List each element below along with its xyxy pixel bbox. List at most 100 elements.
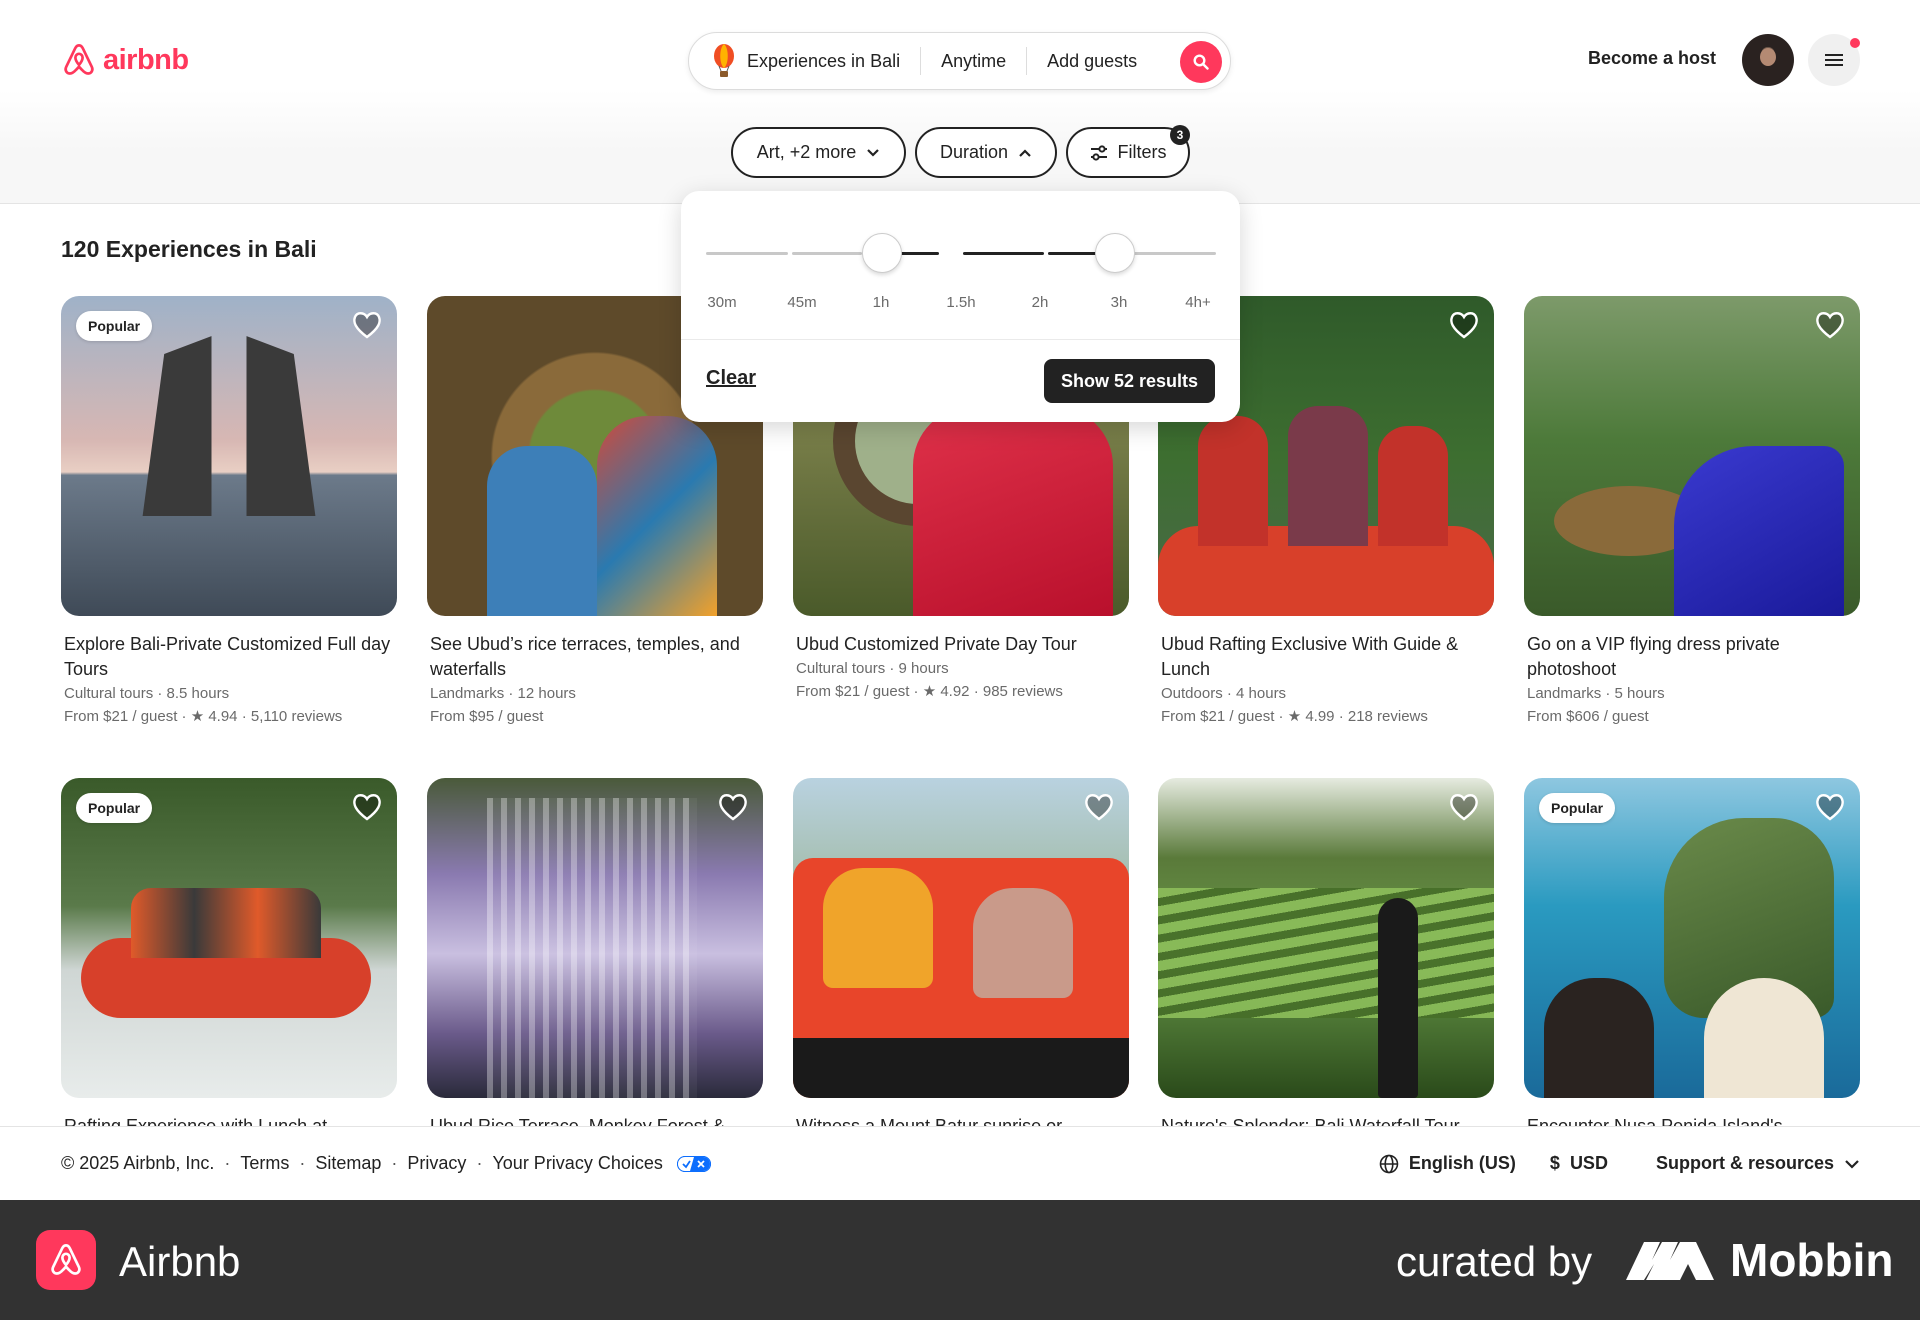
terms-link[interactable]: Terms	[240, 1153, 289, 1174]
duration-filter-chip[interactable]: Duration	[915, 127, 1057, 178]
chevron-up-icon	[1019, 148, 1031, 157]
airbnb-logo-icon	[64, 44, 94, 75]
duration-tick-label: 1.5h	[946, 294, 976, 311]
duration-tick-label: 1h	[872, 294, 890, 311]
experience-title: Ubud Rafting Exclusive With Guide & Lunc…	[1161, 634, 1459, 679]
heart-icon[interactable]	[717, 792, 749, 822]
duration-max-handle[interactable]	[1095, 233, 1135, 273]
page-footer: © 2025 Airbnb, Inc. · Terms · Sitemap · …	[0, 1126, 1920, 1200]
search-location[interactable]: Experiences in Bali	[689, 44, 920, 78]
footer-separator: ·	[391, 1153, 398, 1173]
user-avatar[interactable]	[1742, 34, 1794, 86]
experience-title: See Ubud’s rice terraces, temples, and w…	[430, 634, 740, 679]
heart-icon[interactable]	[1448, 310, 1480, 340]
top-header: airbnb Experiences in Bali Anytime Add g…	[0, 0, 1920, 204]
footer-separator: ·	[476, 1153, 483, 1173]
results-heading: 120 Experiences in Bali	[61, 236, 317, 262]
hamburger-menu-icon	[1825, 54, 1843, 66]
slider-track-segment	[792, 252, 862, 255]
chevron-down-icon[interactable]	[1844, 1159, 1860, 1169]
sitemap-link[interactable]: Sitemap	[315, 1153, 381, 1174]
language-selector[interactable]: English (US)	[1409, 1153, 1516, 1174]
experience-price: From $95 / guest	[430, 708, 544, 725]
logo-text: airbnb	[103, 43, 189, 76]
airbnb-app-icon	[36, 1230, 96, 1290]
heart-icon[interactable]	[1083, 792, 1115, 822]
experience-card[interactable]: Popular Explore Bali-Private Customized …	[61, 296, 397, 728]
footer-separator: ·	[299, 1153, 306, 1173]
slider-track-segment	[963, 252, 1044, 255]
search-button[interactable]	[1180, 41, 1222, 83]
airbnb-logo[interactable]: airbnb	[61, 40, 189, 80]
experience-price: From $21 / guest · ★ 4.99 · 218 reviews	[1161, 708, 1428, 725]
filters-count-badge: 3	[1170, 125, 1190, 145]
experience-price: From $21 / guest · ★ 4.94 · 5,110 review…	[64, 708, 343, 725]
experience-title: Ubud Customized Private Day Tour	[796, 634, 1077, 654]
experience-card[interactable]: Popular Rafting Experience with Lunch at	[61, 778, 397, 1139]
experience-card[interactable]: Ubud Rice Terrace, Monkey Forest &	[427, 778, 763, 1139]
experience-card[interactable]: Nature's Splendor: Bali Waterfall Tour	[1158, 778, 1494, 1139]
experience-category: Cultural tours · 9 hours	[796, 660, 949, 677]
show-results-button[interactable]: Show 52 results	[1044, 359, 1215, 403]
search-bar[interactable]: Experiences in Bali Anytime Add guests	[688, 32, 1231, 90]
search-guests[interactable]: Add guests	[1027, 51, 1157, 72]
filters-button[interactable]: Filters 3	[1066, 125, 1190, 178]
privacy-choices-link[interactable]: Your Privacy Choices	[492, 1153, 662, 1174]
experience-photo[interactable]: Popular	[1524, 778, 1860, 1098]
heart-icon[interactable]	[351, 310, 383, 340]
app-name: Airbnb	[119, 1238, 241, 1285]
privacy-link[interactable]: Privacy	[407, 1153, 466, 1174]
currency-selector[interactable]: USD	[1570, 1153, 1608, 1174]
category-filter-chip[interactable]: Art, +2 more	[731, 127, 906, 178]
experience-card[interactable]: Witness a Mount Batur sunrise or	[793, 778, 1129, 1139]
copyright-text: © 2025 Airbnb, Inc.	[61, 1153, 215, 1173]
duration-filter-label: Duration	[939, 142, 1009, 162]
search-icon	[1193, 54, 1209, 70]
mobbin-logo-icon	[1626, 1242, 1714, 1280]
experience-photo[interactable]: Popular	[61, 296, 397, 616]
experience-price: From $606 / guest	[1527, 708, 1649, 725]
currency-symbol: $	[1549, 1153, 1560, 1173]
experience-category: Landmarks · 5 hours	[1527, 685, 1665, 702]
experience-category: Landmarks · 12 hours	[430, 685, 576, 702]
experience-price: From $21 / guest · ★ 4.92 · 985 reviews	[796, 683, 1063, 700]
experience-card[interactable]: Go on a VIP flying dress private photosh…	[1524, 296, 1860, 728]
heart-icon[interactable]	[1814, 792, 1846, 822]
curation-bar: Airbnb curated by Mobbin	[0, 1200, 1920, 1320]
experience-category: Cultural tours · 8.5 hours	[64, 685, 230, 702]
privacy-choices-icon[interactable]	[676, 1155, 711, 1172]
footer-separator: ·	[224, 1153, 231, 1173]
popover-divider	[681, 339, 1240, 340]
popular-badge: Popular	[76, 793, 153, 823]
filters-label: Filters	[1117, 142, 1167, 162]
experience-photo[interactable]: Popular	[61, 778, 397, 1098]
heart-icon[interactable]	[351, 792, 383, 822]
support-resources-toggle[interactable]: Support & resources	[1656, 1153, 1834, 1174]
globe-icon[interactable]	[1379, 1154, 1399, 1174]
experience-photo[interactable]	[793, 778, 1129, 1098]
search-dates[interactable]: Anytime	[921, 51, 1026, 72]
duration-tick-label: 3h	[1110, 294, 1128, 311]
slider-track-segment	[706, 252, 788, 255]
experience-photo[interactable]	[1158, 778, 1494, 1098]
experience-photo[interactable]	[1524, 296, 1860, 616]
experience-photo[interactable]	[427, 778, 763, 1098]
heart-icon[interactable]	[1448, 792, 1480, 822]
duration-tick-label: 30m	[707, 294, 737, 311]
popular-badge: Popular	[1539, 793, 1616, 823]
become-host-link[interactable]: Become a host	[1588, 48, 1716, 69]
duration-popover: 30m 45m 1h 1.5h 2h 3h 4h+ Clear Show 52 …	[681, 191, 1240, 422]
search-location-text: Experiences in Bali	[747, 50, 901, 71]
experience-card[interactable]: Popular Encounter Nusa Penida Island's	[1524, 778, 1860, 1139]
footer-settings: English (US) $ USD Support & resources	[1379, 1153, 1860, 1174]
category-filter-label: Art, +2 more	[756, 142, 857, 162]
hot-air-balloon-icon	[714, 44, 734, 77]
sliders-icon	[1090, 144, 1107, 161]
experience-category: Outdoors · 4 hours	[1161, 685, 1287, 702]
main-menu-button[interactable]	[1808, 34, 1860, 86]
duration-min-handle[interactable]	[862, 233, 902, 273]
duration-tick-label: 4h+	[1185, 294, 1211, 311]
clear-button[interactable]: Clear	[706, 367, 756, 390]
heart-icon[interactable]	[1814, 310, 1846, 340]
experience-title: Explore Bali-Private Customized Full day…	[64, 634, 391, 679]
